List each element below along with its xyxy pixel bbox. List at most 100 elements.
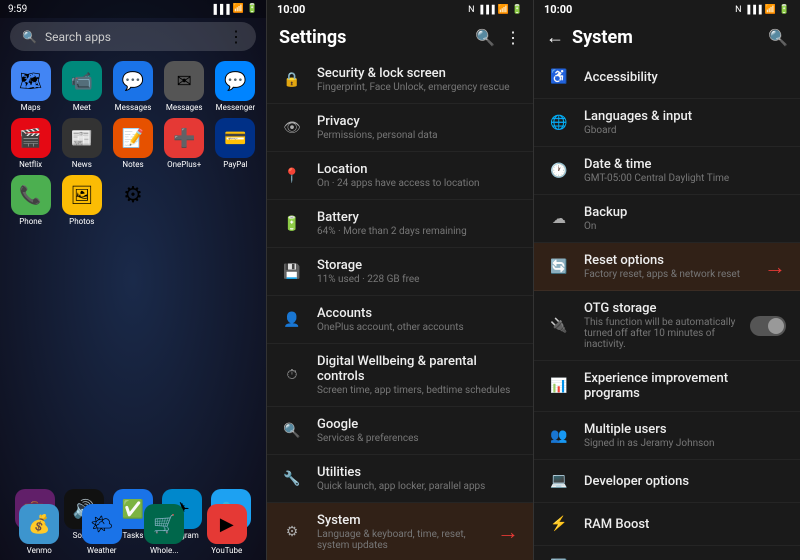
app-item-netflix[interactable]: 🎬Netflix — [8, 118, 53, 169]
more-options-icon[interactable]: ⋮ — [505, 28, 521, 47]
app-item-maps[interactable]: 🗺Maps — [8, 61, 53, 112]
settings-item-google[interactable]: 🔍 Google Services & preferences — [267, 407, 533, 455]
system-title: System — [572, 27, 633, 48]
settings-item-storage[interactable]: 💾 Storage 11% used · 228 GB free — [267, 248, 533, 296]
item-text: Privacy Permissions, personal data — [317, 114, 519, 141]
app-label: PayPal — [223, 160, 247, 169]
item-title: RAM Boost — [584, 517, 786, 532]
item-subtitle: This function will be automatically turn… — [584, 317, 736, 350]
settings-item-experience-improvement-programs[interactable]: 📊 Experience improvement programs — [534, 361, 800, 412]
app-item-messenger[interactable]: 💬 Messenger — [213, 61, 258, 112]
item-subtitle: Permissions, personal data — [317, 130, 519, 141]
settings-item-digital-wellbeing--parental-controls[interactable]: ⏱ Digital Wellbeing & parental controls … — [267, 344, 533, 407]
menu-dots-icon[interactable]: ⋮ — [228, 27, 244, 46]
app-icon: ✉ — [164, 61, 204, 101]
settings-item-system-updates[interactable]: 🔃 System updates — [534, 546, 800, 560]
settings-item-battery[interactable]: 🔋 Battery 64% · More than 2 days remaini… — [267, 200, 533, 248]
app-icon: 📞 — [11, 175, 51, 215]
dock-item-youtube[interactable]: ▶YouTube — [207, 504, 247, 555]
item-subtitle: Screen time, app timers, bedtime schedul… — [317, 385, 519, 396]
app-label: News — [72, 160, 92, 169]
item-title: Utilities — [317, 465, 519, 480]
settings-item-developer-options[interactable]: 💻 Developer options — [534, 460, 800, 503]
app-label: Messages — [166, 103, 203, 112]
dock-icon: ▶ — [207, 504, 247, 544]
app-item-paypal[interactable]: 💳PayPal — [213, 118, 258, 169]
item-subtitle: OnePlus account, other accounts — [317, 322, 519, 333]
settings-item-system[interactable]: ⚙ System Language & keyboard, time, rese… — [267, 503, 533, 560]
item-subtitle: 11% used · 228 GB free — [317, 274, 519, 285]
back-icon[interactable]: ← — [546, 27, 564, 48]
settings-status-icons: N ▐▐▐ 📶 🔋 — [468, 5, 523, 15]
app-search-bar[interactable]: 🔍 Search apps ⋮ — [10, 22, 256, 51]
dock-item-whole...[interactable]: 🛒Whole... — [144, 504, 184, 555]
item-icon: 🔍 — [281, 420, 303, 442]
item-subtitle: Fingerprint, Face Unlock, emergency resc… — [317, 82, 519, 93]
item-title: Accounts — [317, 306, 519, 321]
app-icon: 🗺 — [11, 61, 51, 101]
settings-item-privacy[interactable]: 👁 Privacy Permissions, personal data — [267, 104, 533, 152]
item-text: RAM Boost — [584, 517, 786, 532]
item-title: Storage — [317, 258, 519, 273]
app-item-meet[interactable]: 📹Meet — [59, 61, 104, 112]
app-icon: 🖼 — [62, 175, 102, 215]
item-icon: 💾 — [281, 261, 303, 283]
item-icon: 👥 — [548, 425, 570, 447]
dock-item-weather[interactable]: 🌤Weather — [82, 504, 122, 555]
signal2-icon: ▐▐▐ — [478, 5, 495, 14]
app-icon: 📝 — [113, 118, 153, 158]
app-label: Photos — [69, 217, 94, 226]
item-icon: 🔃 — [548, 556, 570, 560]
app-item-photos[interactable]: 🖼 Photos — [59, 175, 104, 226]
settings-item-location[interactable]: 📍 Location On · 24 apps have access to l… — [267, 152, 533, 200]
item-title: Developer options — [584, 474, 786, 489]
item-subtitle: GMT-05:00 Central Daylight Time — [584, 173, 786, 184]
settings-item-backup[interactable]: ☁ Backup On — [534, 195, 800, 243]
settings-item-otg-storage[interactable]: 🔌 OTG storage This function will be auto… — [534, 291, 800, 361]
app-label: OnePlus+ — [167, 160, 201, 169]
settings-item-accessibility[interactable]: ♿ Accessibility — [534, 56, 800, 99]
dock-icon: 🛒 — [144, 504, 184, 544]
app-item-oneplus+[interactable]: ➕OnePlus+ — [162, 118, 207, 169]
app-item-settings[interactable]: ⚙ — [110, 175, 155, 226]
app-label: Messenger — [216, 103, 256, 112]
settings-item-utilities[interactable]: 🔧 Utilities Quick launch, app locker, pa… — [267, 455, 533, 503]
item-icon: 👤 — [281, 309, 303, 331]
item-subtitle: Factory reset, apps & network reset — [584, 269, 746, 280]
system-status-icons: N ▐▐▐ 📶 🔋 — [735, 5, 790, 15]
app-item-messages[interactable]: ✉ Messages — [162, 61, 207, 112]
dock-item-venmo[interactable]: 💰Venmo — [19, 504, 59, 555]
system-time: 10:00 — [544, 3, 572, 16]
item-text: OTG storage This function will be automa… — [584, 301, 736, 350]
app-item-news[interactable]: 📰News — [59, 118, 104, 169]
nfc2-icon: N — [735, 5, 741, 15]
app-item-messages[interactable]: 💬Messages — [110, 61, 155, 112]
item-subtitle: Signed in as Jeramy Johnson — [584, 438, 786, 449]
app-icon: 💬 — [215, 61, 255, 101]
item-subtitle: Services & preferences — [317, 433, 519, 444]
search-placeholder: Search apps — [45, 30, 111, 44]
dock-icon: 🌤 — [82, 504, 122, 544]
settings-item-security--lock-screen[interactable]: 🔒 Security & lock screen Fingerprint, Fa… — [267, 56, 533, 104]
app-item-notes[interactable]: 📝Notes — [110, 118, 155, 169]
item-icon: ⏱ — [281, 364, 303, 386]
toggle-switch[interactable] — [750, 316, 786, 336]
item-title: Google — [317, 417, 519, 432]
search3-icon[interactable]: 🔍 — [768, 28, 788, 47]
gear-app-icon: ⚙ — [113, 175, 153, 215]
settings-item-accounts[interactable]: 👤 Accounts OnePlus account, other accoun… — [267, 296, 533, 344]
toggle-knob — [768, 318, 784, 334]
battery2-icon: 🔋 — [512, 5, 523, 15]
settings-item-ram-boost[interactable]: ⚡ RAM Boost — [534, 503, 800, 546]
home-status-icons: ▐▐▐ 📶 🔋 — [210, 4, 258, 15]
settings-header-icons: 🔍 ⋮ — [475, 28, 521, 47]
settings-item-multiple-users[interactable]: 👥 Multiple users Signed in as Jeramy Joh… — [534, 412, 800, 460]
nfc-icon: N — [468, 5, 474, 15]
item-title: Battery — [317, 210, 519, 225]
search2-icon[interactable]: 🔍 — [475, 28, 495, 47]
settings-item-languages--input[interactable]: 🌐 Languages & input Gboard — [534, 99, 800, 147]
settings-item-reset-options[interactable]: 🔄 Reset options Factory reset, apps & ne… — [534, 243, 800, 291]
app-item-phone[interactable]: 📞Phone — [8, 175, 53, 226]
item-text: Experience improvement programs — [584, 371, 786, 401]
settings-item-date--time[interactable]: 🕐 Date & time GMT-05:00 Central Daylight… — [534, 147, 800, 195]
